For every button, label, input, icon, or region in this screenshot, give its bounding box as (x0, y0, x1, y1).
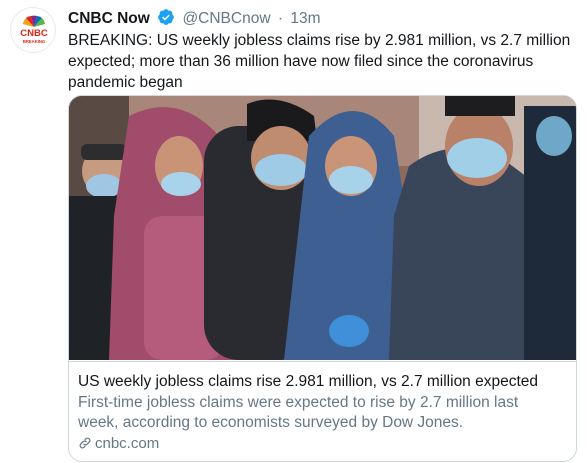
tweet-text: BREAKING: US weekly jobless claims rise … (68, 32, 571, 91)
cnbc-peacock-logo-icon: CNBC BREAKING (20, 15, 48, 44)
author-handle[interactable]: @CNBCnow (182, 10, 270, 27)
link-preview-card[interactable]: US weekly jobless claims rise 2.981 mill… (68, 95, 577, 462)
tweet-timestamp[interactable]: 13m (290, 10, 320, 27)
avatar[interactable]: CNBC BREAKING (10, 7, 56, 53)
card-description: First-time jobless claims were expected … (78, 394, 519, 431)
avatar-logo-subtext: BREAKING (23, 39, 45, 44)
card-domain-link[interactable]: cnbc.com (78, 434, 159, 456)
card-image[interactable] (69, 96, 576, 360)
card-body[interactable]: US weekly jobless claims rise 2.981 mill… (69, 361, 576, 461)
separator-dot: · (277, 10, 284, 27)
tweet-header: CNBC Now @CNBCnow · 13m (68, 8, 320, 32)
avatar-logo-text: CNBC (20, 28, 48, 39)
link-icon (78, 436, 92, 456)
verified-badge-icon (157, 8, 175, 32)
card-title[interactable]: US weekly jobless claims rise 2.981 mill… (78, 372, 538, 392)
card-domain[interactable]: cnbc.com (95, 435, 159, 452)
author-name[interactable]: CNBC Now (68, 10, 150, 27)
